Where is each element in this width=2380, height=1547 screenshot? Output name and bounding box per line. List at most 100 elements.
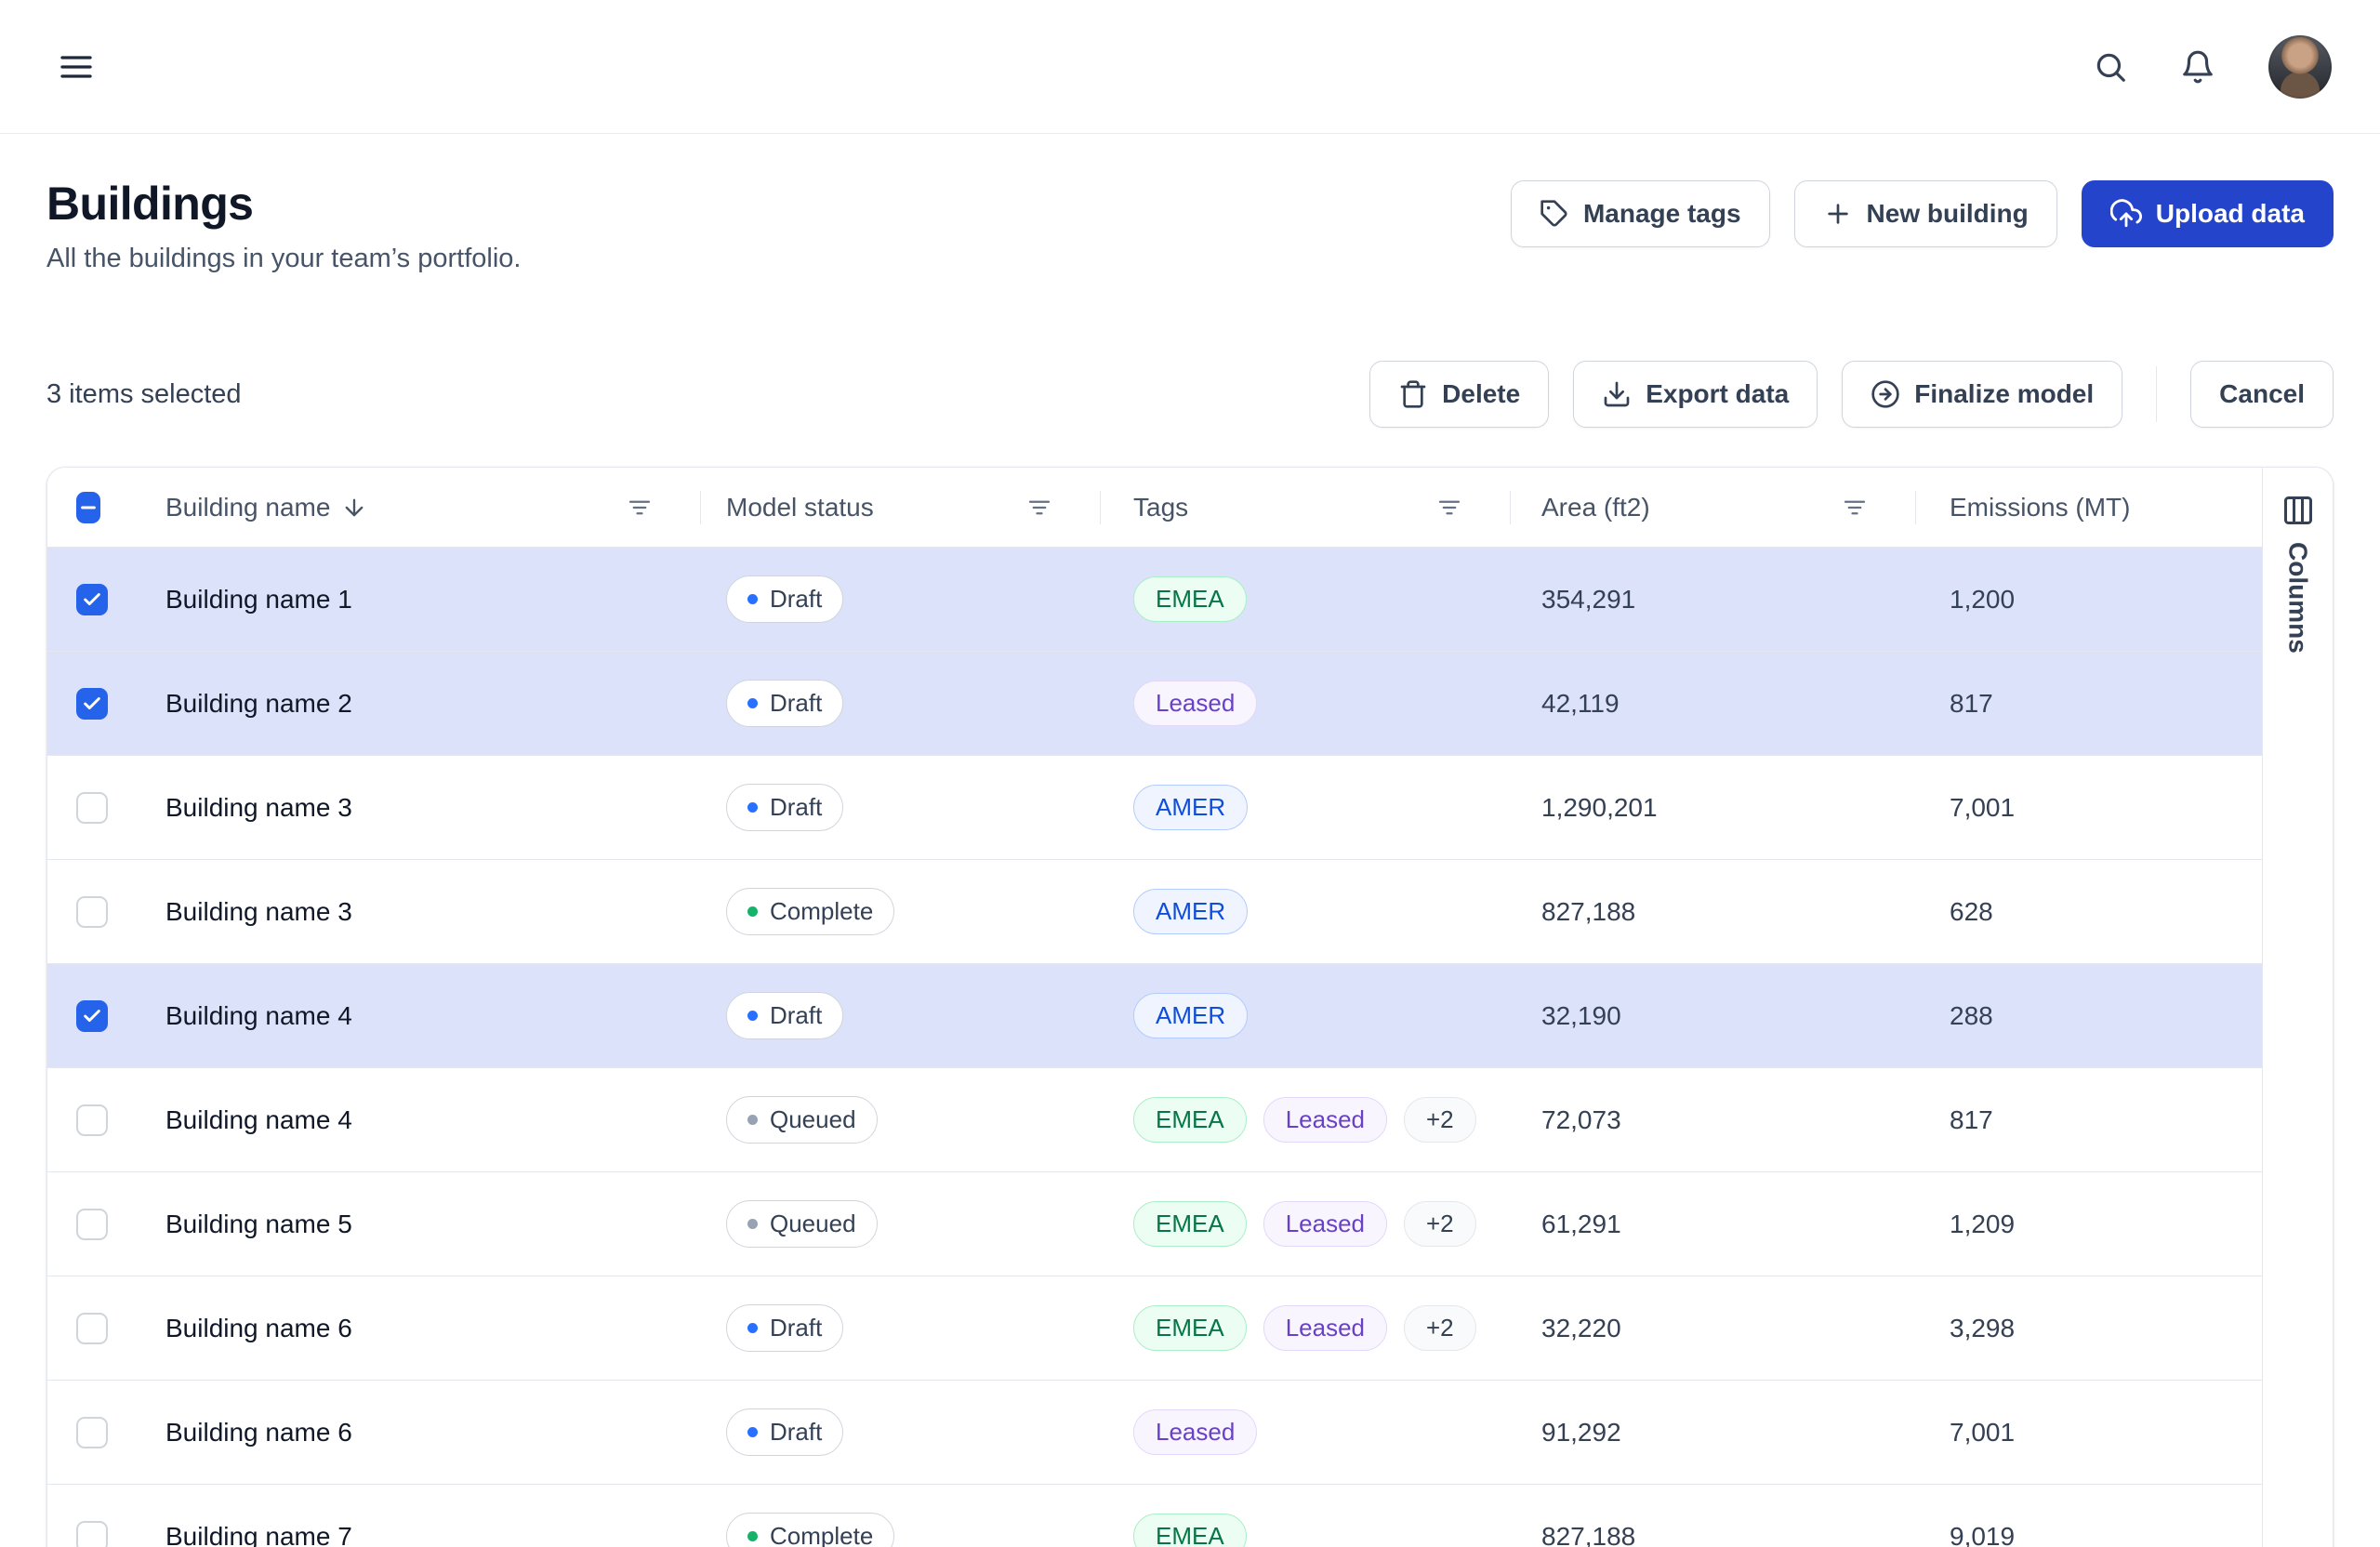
building-name: Building name 5 <box>137 1210 700 1239</box>
table-row[interactable]: Building name 4 Queued EMEALeased+2 72,0… <box>47 1068 2333 1172</box>
menu-button[interactable] <box>48 39 104 95</box>
tags-cell: EMEA Leased +2 <box>1100 1201 1510 1247</box>
select-all-checkbox[interactable] <box>76 492 100 523</box>
area-value: 61,291 <box>1510 1210 1915 1239</box>
tag-pill: EMEA <box>1133 1305 1247 1351</box>
row-checkbox[interactable] <box>76 1209 108 1240</box>
export-data-button[interactable]: Export data <box>1573 361 1818 428</box>
search-button[interactable] <box>2082 39 2138 95</box>
table-row[interactable]: Building name 7 Complete EMEA 827,188 9,… <box>47 1485 2333 1547</box>
table-row[interactable]: Building name 3 Complete AMER 827,188 62… <box>47 860 2333 964</box>
tags-cell: AMER <box>1100 889 1510 934</box>
area-value: 354,291 <box>1510 585 1915 615</box>
status-cell: Draft <box>700 575 1100 623</box>
row-checkbox[interactable] <box>76 792 108 824</box>
status-badge: Queued <box>726 1096 878 1144</box>
tags-cell: AMER <box>1100 785 1510 830</box>
avatar[interactable] <box>2268 35 2332 99</box>
tag-pill: EMEA <box>1133 1097 1247 1143</box>
status-cell: Queued <box>700 1096 1100 1144</box>
table-row[interactable]: Building name 3 Draft AMER 1,290,201 7,0… <box>47 756 2333 860</box>
filter-building-name-button[interactable] <box>622 490 657 525</box>
table-row[interactable]: Building name 6 Draft EMEALeased+2 32,22… <box>47 1276 2333 1381</box>
status-label: Draft <box>770 689 822 718</box>
building-name: Building name 7 <box>137 1522 700 1547</box>
topbar <box>0 0 2380 134</box>
delete-label: Delete <box>1442 379 1520 409</box>
tag-pill: Leased <box>1263 1201 1387 1247</box>
status-label: Queued <box>770 1105 856 1134</box>
row-checkbox[interactable] <box>76 1417 108 1448</box>
tag-pill: +2 <box>1404 1305 1476 1351</box>
tag-pill: EMEA <box>1133 1514 1247 1547</box>
toolbar-divider <box>2156 366 2157 422</box>
row-checkbox[interactable] <box>76 1000 108 1032</box>
manage-tags-button[interactable]: Manage tags <box>1511 180 1770 247</box>
filter-model-status-button[interactable] <box>1022 490 1057 525</box>
row-checkbox-cell <box>47 1313 137 1344</box>
status-label: Draft <box>770 793 822 822</box>
table-row[interactable]: Building name 5 Queued EMEALeased+2 61,2… <box>47 1172 2333 1276</box>
new-building-button[interactable]: New building <box>1794 180 2057 247</box>
filter-area-button[interactable] <box>1837 490 1872 525</box>
columns-button-label: Columns <box>2283 542 2313 654</box>
row-checkbox[interactable] <box>76 1313 108 1344</box>
area-value: 42,119 <box>1510 689 1915 719</box>
upload-cloud-icon <box>2110 198 2142 230</box>
filter-lines-icon <box>1025 494 1053 522</box>
table-row[interactable]: Building name 6 Draft Leased 91,292 7,00… <box>47 1381 2333 1485</box>
tag-pill: EMEA <box>1133 1201 1247 1247</box>
table-header-row: Building name Model status Tags <box>47 468 2333 548</box>
tag-pill: +2 <box>1404 1201 1476 1247</box>
arrow-circle-right-icon <box>1871 379 1900 409</box>
row-checkbox[interactable] <box>76 688 108 720</box>
search-icon <box>2093 49 2128 85</box>
topbar-right <box>2082 35 2332 99</box>
filter-tags-button[interactable] <box>1432 490 1467 525</box>
building-name-header-label: Building name <box>165 493 330 522</box>
tags-cell: EMEA <box>1100 576 1510 622</box>
area-header-label: Area (ft2) <box>1541 493 1650 522</box>
notifications-button[interactable] <box>2170 39 2226 95</box>
status-dot <box>747 1115 758 1125</box>
tag-pill: Leased <box>1133 681 1257 726</box>
emissions-header-label: Emissions (MT) <box>1950 493 2130 522</box>
table-row[interactable]: Building name 4 Draft AMER 32,190 288 <box>47 964 2333 1068</box>
sort-desc-icon[interactable] <box>341 495 367 521</box>
tags-cell: EMEA <box>1100 1514 1510 1547</box>
status-dot <box>747 802 758 813</box>
selected-count: 3 items selected <box>46 379 242 410</box>
row-checkbox[interactable] <box>76 584 108 615</box>
row-checkbox[interactable] <box>76 1521 108 1547</box>
column-header-tags: Tags <box>1100 468 1510 547</box>
header-checkbox-cell <box>47 468 137 547</box>
status-badge: Draft <box>726 575 843 623</box>
status-cell: Draft <box>700 1304 1100 1352</box>
status-cell: Draft <box>700 784 1100 831</box>
table-row[interactable]: Building name 2 Draft Leased 42,119 817 <box>47 652 2333 756</box>
building-name: Building name 4 <box>137 1105 700 1135</box>
column-header-area: Area (ft2) <box>1510 468 1915 547</box>
tags-cell: AMER <box>1100 993 1510 1038</box>
finalize-model-label: Finalize model <box>1914 379 2094 409</box>
row-checkbox[interactable] <box>76 1104 108 1136</box>
tags-header-label: Tags <box>1133 493 1188 522</box>
table-row[interactable]: Building name 1 Draft EMEA 354,291 1,200 <box>47 548 2333 652</box>
status-badge: Draft <box>726 992 843 1039</box>
delete-button[interactable]: Delete <box>1369 361 1549 428</box>
cancel-button[interactable]: Cancel <box>2190 361 2334 428</box>
building-name: Building name 6 <box>137 1418 700 1448</box>
model-status-header-label: Model status <box>726 493 874 522</box>
building-name: Building name 3 <box>137 793 700 823</box>
finalize-model-button[interactable]: Finalize model <box>1842 361 2122 428</box>
tag-pill: Leased <box>1263 1097 1387 1143</box>
columns-button[interactable]: Columns <box>2262 468 2333 1547</box>
status-cell: Complete <box>700 1513 1100 1547</box>
header-actions: Manage tags New building Upload data <box>1511 180 2334 247</box>
row-checkbox[interactable] <box>76 896 108 928</box>
status-dot <box>747 906 758 917</box>
area-value: 1,290,201 <box>1510 793 1915 823</box>
filter-lines-icon <box>1435 494 1463 522</box>
upload-data-button[interactable]: Upload data <box>2082 180 2334 247</box>
status-cell: Draft <box>700 680 1100 727</box>
